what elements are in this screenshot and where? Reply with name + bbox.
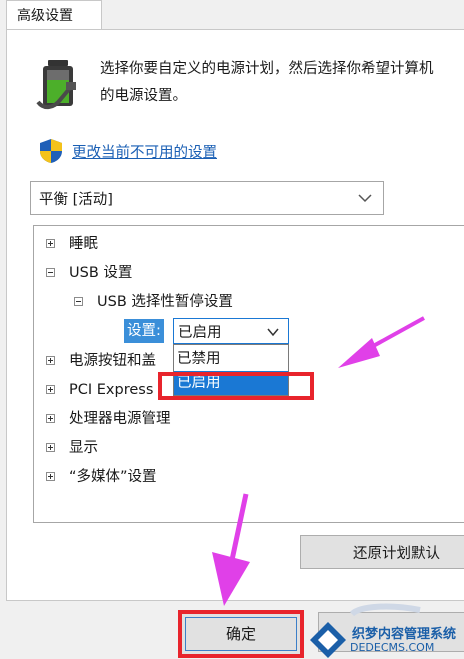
expand-icon[interactable] <box>46 472 55 481</box>
annotation-arrow-icon <box>212 493 250 606</box>
expand-icon[interactable] <box>46 385 55 394</box>
annotation-highlight-box <box>158 372 314 400</box>
expand-icon[interactable] <box>46 356 55 365</box>
watermark-url: DEDECMS.COM <box>350 641 435 654</box>
ok-button-label: 确定 <box>225 625 256 643</box>
tab-advanced-settings[interactable]: 高级设置 <box>6 0 102 30</box>
chevron-down-icon <box>267 328 279 337</box>
change-unavailable-settings-link[interactable]: 更改当前不可用的设置 <box>72 141 217 162</box>
collapse-icon[interactable] <box>46 268 55 277</box>
expand-icon[interactable] <box>46 443 55 452</box>
setting-select[interactable]: 已启用 <box>173 318 289 344</box>
expand-icon[interactable] <box>46 414 55 423</box>
setting-select-value: 已启用 <box>178 325 222 341</box>
power-plan-value: 平衡 [活动] <box>39 192 113 208</box>
shield-icon <box>40 139 62 163</box>
expand-icon[interactable] <box>46 239 55 248</box>
annotation-arrow-icon <box>338 316 425 368</box>
battery-power-icon <box>36 60 76 109</box>
plan-description: 选择你要自定义的电源计划，然后选择你希望计算机 的电源设置。 <box>100 61 434 104</box>
collapse-icon[interactable] <box>74 297 83 306</box>
tab-strip: 高级设置 <box>0 0 464 30</box>
power-plan-dropdown[interactable]: 平衡 [活动] <box>30 181 384 215</box>
restore-defaults-button[interactable]: 还原计划默认 <box>300 535 464 569</box>
option-disabled[interactable]: 已禁用 <box>174 347 288 371</box>
chevron-down-icon <box>358 194 372 203</box>
watermark-text: 织梦内容管理系统 <box>352 627 457 642</box>
ok-button[interactable]: 确定 <box>178 610 304 658</box>
setting-label: 设置: <box>124 319 164 343</box>
